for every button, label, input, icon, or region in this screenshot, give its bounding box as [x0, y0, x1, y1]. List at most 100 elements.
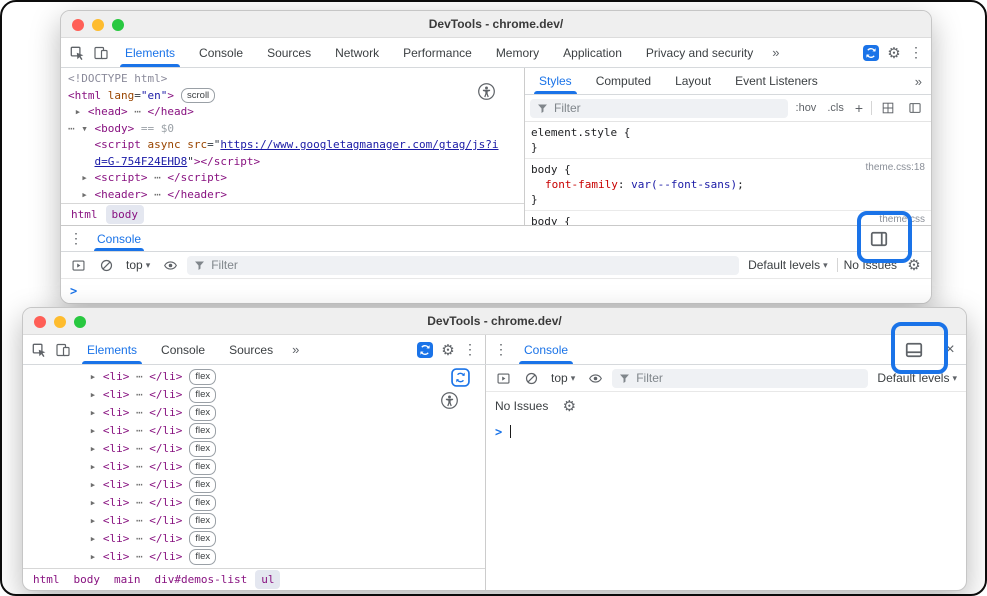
- issues-counter[interactable]: No Issues: [495, 399, 548, 413]
- element-class-button[interactable]: .cls: [824, 102, 847, 114]
- dom-tree-row[interactable]: ▸ <head> ⋯ </head>: [68, 104, 524, 121]
- close-traffic-light[interactable]: [72, 19, 84, 31]
- tab-console-pane[interactable]: Console: [512, 335, 580, 364]
- dom-tree-row[interactable]: ▸ <li> ⋯ </li>flex: [30, 512, 485, 530]
- javascript-context-select[interactable]: top ▾: [548, 371, 578, 385]
- inspect-element-button[interactable]: [65, 38, 89, 67]
- pseudo-state-button[interactable]: :hov: [793, 102, 820, 114]
- dom-tree-row[interactable]: ▸ <li> ⋯ </li>flex: [30, 548, 485, 566]
- tab-performance[interactable]: Performance: [391, 38, 484, 67]
- drawer-kebab-menu-icon[interactable]: ⋮: [65, 226, 87, 251]
- settings-gear-icon[interactable]: ⚙: [883, 38, 905, 67]
- flex-badge[interactable]: flex: [189, 441, 216, 457]
- clear-console-button[interactable]: [520, 371, 542, 386]
- console-sidebar-button[interactable]: [492, 371, 514, 386]
- dom-tree[interactable]: <!DOCTYPE html><html lang="en">scroll ▸ …: [61, 68, 524, 203]
- dom-tree-row[interactable]: ▸ <li> ⋯ </li>flex: [30, 476, 485, 494]
- dom-tree-row[interactable]: ▸ <li> ⋯ </li>flex: [30, 386, 485, 404]
- tab-sources[interactable]: Sources: [255, 38, 323, 67]
- tab-layout[interactable]: Layout: [663, 68, 723, 94]
- dom-tree-row[interactable]: ▸ <li> ⋯ </li>flex: [30, 440, 485, 458]
- dom-tree[interactable]: ▸ <li> ⋯ </li>flex ▸ <li> ⋯ </li>flex ▸ …: [23, 365, 485, 568]
- more-tabs-icon[interactable]: »: [765, 38, 786, 67]
- console-settings-gear-icon[interactable]: ⚙: [558, 397, 580, 415]
- dom-tree-row[interactable]: ▸ <li> ⋯ </li>flex: [30, 494, 485, 512]
- titlebar[interactable]: DevTools - chrome.dev/: [23, 308, 966, 335]
- flex-badge[interactable]: flex: [189, 549, 216, 565]
- tab-privacy-and-security[interactable]: Privacy and security: [634, 38, 765, 67]
- css-selector[interactable]: body: [531, 163, 558, 176]
- reload-overlay-button[interactable]: [451, 368, 470, 387]
- dom-tree-row[interactable]: <!DOCTYPE html>: [68, 71, 524, 88]
- css-property-value[interactable]: var(--font-sans): [631, 178, 737, 191]
- kebab-menu-icon[interactable]: ⋮: [459, 335, 481, 364]
- minimize-traffic-light[interactable]: [54, 316, 66, 328]
- clear-console-button[interactable]: [95, 258, 117, 273]
- breadcrumb-ul[interactable]: ul: [255, 570, 280, 589]
- panel-toggle-button[interactable]: [904, 101, 926, 115]
- css-property-name[interactable]: font-family: [545, 178, 618, 191]
- close-pane-icon[interactable]: ×: [940, 335, 960, 364]
- device-toolbar-button[interactable]: [51, 335, 75, 364]
- issues-counter[interactable]: No Issues: [844, 258, 897, 272]
- tab-console[interactable]: Console: [187, 38, 255, 67]
- grid-editor-button[interactable]: [877, 101, 899, 115]
- console-prompt[interactable]: >: [486, 420, 966, 448]
- css-selector[interactable]: element.style: [531, 126, 617, 139]
- flex-badge[interactable]: flex: [189, 369, 216, 385]
- scroll-badge[interactable]: scroll: [181, 88, 215, 104]
- styles-filter-input[interactable]: Filter: [530, 99, 788, 118]
- flex-badge[interactable]: flex: [189, 513, 216, 529]
- accessibility-overlay-button[interactable]: [477, 82, 496, 101]
- log-levels-select[interactable]: Default levels ▾: [745, 258, 831, 272]
- stylesheet-source-link[interactable]: theme.css: [879, 214, 925, 225]
- drawer-kebab-menu-icon[interactable]: ⋮: [490, 335, 512, 364]
- style-rule[interactable]: element.style {}: [525, 122, 931, 159]
- dom-tree-row[interactable]: <html lang="en">scroll: [68, 88, 524, 105]
- close-traffic-light[interactable]: [34, 316, 46, 328]
- dom-tree-row[interactable]: ▸ <li> ⋯ </li>flex: [30, 368, 485, 386]
- tab-memory[interactable]: Memory: [484, 38, 551, 67]
- console-prompt[interactable]: >: [61, 279, 931, 303]
- breadcrumb-html[interactable]: html: [65, 205, 104, 224]
- dom-tree-row[interactable]: ⋯ ▾ <body> == $0: [68, 121, 524, 138]
- titlebar[interactable]: DevTools - chrome.dev/: [61, 11, 931, 38]
- tab-elements[interactable]: Elements: [75, 335, 149, 364]
- dom-tree-row[interactable]: ▸ <li> ⋯ </li>flex: [30, 422, 485, 440]
- tab-network[interactable]: Network: [323, 38, 391, 67]
- console-sidebar-button[interactable]: [67, 258, 89, 273]
- tab-console-drawer[interactable]: Console: [87, 226, 151, 251]
- console-filter-input[interactable]: Filter: [612, 369, 868, 388]
- live-expression-button[interactable]: [584, 371, 606, 386]
- dom-tree-row[interactable]: ▸ <li> ⋯ </li>flex: [30, 530, 485, 548]
- device-toolbar-button[interactable]: [89, 38, 113, 67]
- tab-sources[interactable]: Sources: [217, 335, 285, 364]
- javascript-context-select[interactable]: top ▾: [123, 258, 153, 272]
- dom-tree-row[interactable]: <script async src="https://www.googletag…: [68, 137, 524, 154]
- live-expression-button[interactable]: [159, 258, 181, 273]
- dom-tree-row[interactable]: ▸ <script> ⋯ </script>: [68, 170, 524, 187]
- style-rule[interactable]: theme.css:18body {font-family: var(--fon…: [525, 159, 931, 211]
- minimize-traffic-light[interactable]: [92, 19, 104, 31]
- breadcrumb-body[interactable]: body: [68, 570, 107, 589]
- flex-badge[interactable]: flex: [189, 423, 216, 439]
- dom-tree-row[interactable]: ▸ <header> ⋯ </header>: [68, 187, 524, 204]
- toggle-drawer-button[interactable]: [867, 226, 891, 251]
- log-levels-select[interactable]: Default levels ▾: [874, 371, 960, 385]
- zoom-traffic-light[interactable]: [112, 19, 124, 31]
- flex-badge[interactable]: flex: [189, 459, 216, 475]
- tab-event-listeners[interactable]: Event Listeners: [723, 68, 830, 94]
- dom-tree-row[interactable]: d=G-754F24EHD8"></script>: [68, 154, 524, 171]
- tab-elements[interactable]: Elements: [113, 38, 187, 67]
- more-tabs-icon[interactable]: »: [285, 335, 306, 364]
- settings-gear-icon[interactable]: ⚙: [437, 335, 459, 364]
- flex-badge[interactable]: flex: [189, 405, 216, 421]
- css-selector[interactable]: body: [531, 215, 558, 225]
- tab-styles[interactable]: Styles: [527, 68, 584, 94]
- extension-button[interactable]: [413, 335, 437, 364]
- dom-tree-row[interactable]: ▸ <li> ⋯ </li>flex: [30, 404, 485, 422]
- flex-badge[interactable]: flex: [189, 387, 216, 403]
- breadcrumb-main[interactable]: main: [108, 570, 147, 589]
- extension-button[interactable]: [859, 38, 883, 67]
- flex-badge[interactable]: flex: [189, 495, 216, 511]
